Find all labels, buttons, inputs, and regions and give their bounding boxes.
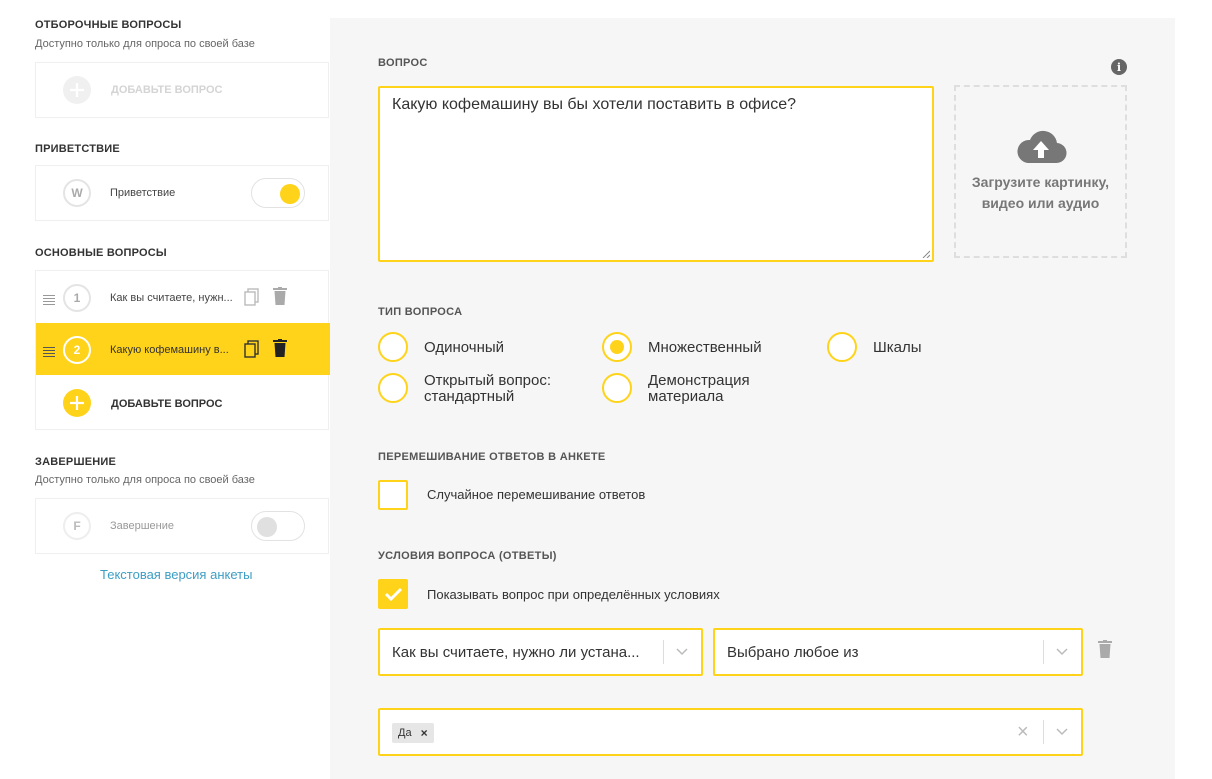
ending-label: Завершение [110,520,174,532]
add-question-icon [63,389,91,417]
question-item-1[interactable]: 1 Как вы считаете, нужн... [36,271,330,323]
clear-selection-icon[interactable]: × [1017,720,1029,744]
radio-demonstration-label: Демонстрация материала [648,372,750,405]
shuffle-checkbox[interactable] [378,480,408,510]
drag-handle-icon[interactable] [43,347,55,359]
question-text: Какую кофемашину вы бы хотели поставить … [392,96,796,113]
text-version-link[interactable]: Текстовая версия анкеты [100,567,252,582]
toggle-knob [280,184,300,204]
upload-hint: Загрузите картинку, видео или аудио [971,173,1110,211]
greeting-title: ПРИВЕТСТВИЕ [35,143,120,155]
radio-multiple-label: Множественный [648,339,762,356]
ending-letter-icon: F [63,512,91,540]
answer-tag-label: Да [398,727,412,739]
greeting-toggle[interactable] [251,178,305,208]
question-type-label: ТИП ВОПРОСА [378,306,463,318]
radio-open-question-label: Открытый вопрос: стандартный [424,372,552,405]
add-screening-label: ДОБАВЬТЕ ВОПРОС [111,84,223,96]
trash-icon[interactable] [273,287,287,305]
trash-icon[interactable] [273,339,287,357]
screening-card: ДОБАВЬТЕ ВОПРОС [35,62,329,118]
condition-operator-value: Выбрано любое из [727,644,859,661]
shuffle-section-label: ПЕРЕМЕШИВАНИЕ ОТВЕТОВ В АНКЕТЕ [378,451,606,463]
radio-demonstration[interactable] [602,373,632,403]
main-questions-title: ОСНОВНЫЕ ВОПРОСЫ [35,247,167,259]
greeting-label: Приветствие [110,187,176,199]
media-upload-area[interactable]: Загрузите картинку, видео или аудио [954,85,1127,258]
radio-single-label: Одиночный [424,339,505,356]
question-label-2: Какую кофемашину в... [110,344,229,356]
add-screening-icon [63,76,91,104]
screening-title: ОТБОРОЧНЫЕ ВОПРОСЫ [35,19,182,31]
question-section-label: ВОПРОС [378,57,428,69]
copy-icon[interactable] [244,340,260,359]
radio-multiple[interactable] [602,332,632,362]
remove-tag-icon[interactable]: × [421,726,428,740]
answer-tag: Да × [392,723,434,743]
checkmark-icon [384,587,403,601]
main-questions-card: 1 Как вы считаете, нужн... 2 Какую кофем… [35,270,330,431]
question-number-2: 2 [63,336,91,364]
conditions-section-label: УСЛОВИЯ ВОПРОСА (ОТВЕТЫ) [378,550,557,562]
condition-operator-select[interactable]: Выбрано любое из [713,628,1083,676]
drag-handle-icon[interactable] [43,295,55,307]
screening-subtitle: Доступно только для опроса по своей базе [35,38,255,50]
chevron-down-icon [676,648,688,656]
question-editor-panel: ВОПРОС i Какую кофемашину вы бы хотели п… [330,18,1175,779]
add-question-label: ДОБАВЬТЕ ВОПРОС [111,398,223,410]
ending-toggle[interactable] [251,511,305,541]
add-question-button[interactable]: ДОБАВЬТЕ ВОПРОС [36,375,330,431]
shuffle-checkbox-label: Случайное перемешивание ответов [427,487,646,502]
question-number-1: 1 [63,284,91,312]
radio-scales-label: Шкалы [873,339,922,356]
radio-scales[interactable] [827,332,857,362]
copy-icon[interactable] [244,288,260,307]
ending-subtitle: Доступно только для опроса по своей базе [35,474,255,486]
question-textarea[interactable]: Какую кофемашину вы бы хотели поставить … [378,86,934,262]
ending-title: ЗАВЕРШЕНИЕ [35,456,117,468]
radio-open-question[interactable] [378,373,408,403]
cloud-upload-icon [1016,130,1067,163]
condition-question-select[interactable]: Как вы считаете, нужно ли устана... [378,628,703,676]
info-icon[interactable]: i [1111,59,1127,75]
delete-condition-icon[interactable] [1098,640,1112,658]
conditions-checkbox[interactable] [378,579,408,609]
chevron-down-icon [1056,648,1068,656]
greeting-letter-icon: W [63,179,91,207]
ending-card[interactable]: F Завершение [35,498,329,554]
condition-answers-select[interactable]: Да × × [378,708,1083,756]
question-item-2[interactable]: 2 Какую кофемашину в... [36,323,330,375]
question-label-1: Как вы считаете, нужн... [110,292,233,304]
chevron-down-icon [1056,728,1068,736]
condition-question-value: Как вы считаете, нужно ли устана... [392,644,640,661]
radio-single[interactable] [378,332,408,362]
greeting-card[interactable]: W Приветствие [35,165,329,221]
resize-handle-icon[interactable] [922,250,930,258]
conditions-checkbox-label: Показывать вопрос при определённых услов… [427,587,720,602]
toggle-knob [257,517,277,537]
